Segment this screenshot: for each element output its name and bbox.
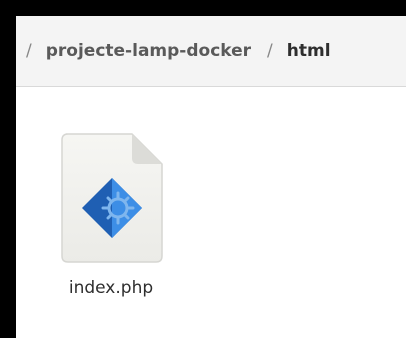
file-manager-window: / projecte-lamp-docker / html index.php [16, 16, 406, 338]
php-source-file-icon [61, 133, 163, 263]
file-grid: index.php [16, 88, 406, 338]
breadcrumb-separator: / [26, 41, 32, 61]
breadcrumb-separator: / [267, 41, 273, 61]
breadcrumb-item-projecte-lamp-docker[interactable]: projecte-lamp-docker [46, 41, 251, 61]
breadcrumb-item-html[interactable]: html [287, 41, 331, 61]
file-name-label: index.php [68, 278, 154, 298]
file-item-index-php[interactable]: index.php [46, 128, 176, 318]
breadcrumb: / projecte-lamp-docker / html [16, 16, 406, 87]
